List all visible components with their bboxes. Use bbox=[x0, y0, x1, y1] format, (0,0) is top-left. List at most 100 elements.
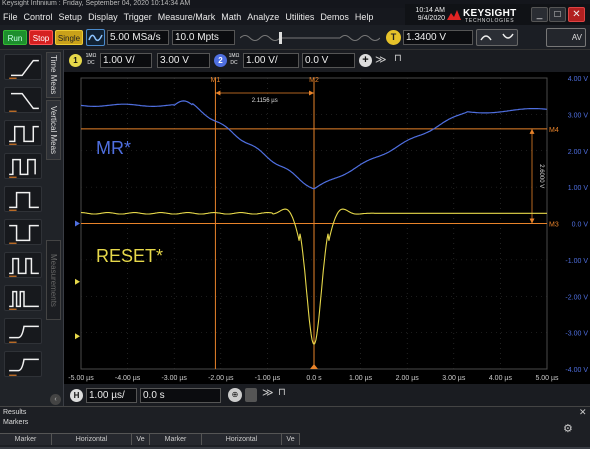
trigger-icon[interactable]: T bbox=[386, 30, 401, 45]
x-axis-label: 3.00 µs bbox=[442, 375, 466, 382]
channel-1-impedance: 1MΩ bbox=[85, 53, 97, 59]
horizontal-position-field[interactable]: 0.0 s bbox=[140, 388, 221, 403]
memory-depth-field[interactable]: 10.0 Mpts bbox=[172, 30, 235, 45]
channel-2-ground-marker[interactable] bbox=[75, 220, 80, 227]
more-horizontal-icon[interactable]: ≫ bbox=[262, 386, 274, 399]
menu-trigger[interactable]: Trigger bbox=[121, 12, 155, 22]
channel-1-offset-field[interactable]: 3.00 V bbox=[157, 53, 210, 68]
menu-display[interactable]: Display bbox=[85, 12, 121, 22]
waveform-icon bbox=[88, 34, 103, 42]
y-axis-label: 4.00 V bbox=[568, 76, 589, 83]
y-axis-label: -4.00 V bbox=[565, 367, 588, 374]
add-channel-icon[interactable]: + bbox=[359, 54, 372, 67]
col-marker-1[interactable]: Marker bbox=[0, 433, 52, 445]
x-axis-label: -5.00 µs bbox=[68, 375, 94, 382]
rise-time-icon[interactable] bbox=[4, 54, 42, 80]
duty-cycle-icon[interactable] bbox=[4, 252, 42, 278]
run-button[interactable]: Run bbox=[3, 30, 27, 45]
fall-time-icon[interactable] bbox=[4, 87, 42, 113]
clock: 10:14 AM 9/4/2020 bbox=[409, 7, 445, 23]
channel-2-scale-field[interactable]: 1.00 V/ bbox=[243, 53, 299, 68]
col-marker-2[interactable]: Marker bbox=[150, 433, 202, 445]
sample-rate-field[interactable]: 5.00 MSa/s bbox=[107, 30, 169, 45]
y-axis-label: 3.00 V bbox=[568, 112, 589, 119]
marker-m3-label: M3 bbox=[549, 222, 559, 229]
panel-collapse-icon[interactable]: ‹ bbox=[50, 394, 61, 405]
frequency-icon[interactable] bbox=[4, 153, 42, 179]
tab-vertical-meas[interactable]: Vertical Meas bbox=[46, 100, 61, 160]
x-axis-label: -4.00 µs bbox=[115, 375, 141, 382]
gear-icon[interactable]: ⚙ bbox=[563, 422, 573, 435]
channel-2-offset-field[interactable]: 0.0 V bbox=[302, 53, 355, 68]
minimize-button[interactable]: _ bbox=[531, 7, 548, 22]
stop-button[interactable]: Stop bbox=[29, 30, 53, 45]
menu-file[interactable]: File bbox=[0, 12, 21, 22]
x-axis-label: 2.00 µs bbox=[396, 375, 420, 382]
trace-label-mr: MR* bbox=[96, 138, 131, 158]
record-icon[interactable] bbox=[245, 388, 257, 402]
delta-time-label: 2.1156 µs bbox=[252, 98, 278, 104]
channel-1-badge[interactable]: 1 bbox=[69, 54, 82, 67]
horizontal-scale-field[interactable]: 1.00 µs/ bbox=[86, 388, 137, 403]
maximize-button[interactable]: □ bbox=[549, 7, 566, 22]
trigger-position-slider[interactable] bbox=[240, 31, 380, 45]
y-axis-label: 0.0 V bbox=[572, 222, 589, 229]
close-button[interactable]: ✕ bbox=[568, 7, 585, 22]
period-icon[interactable] bbox=[4, 120, 42, 146]
default-setup-button[interactable] bbox=[86, 29, 105, 46]
autoscale-label: AV bbox=[571, 33, 582, 42]
x-axis-label: 1.00 µs bbox=[349, 375, 373, 382]
x-axis-label: -3.00 µs bbox=[161, 375, 187, 382]
menu-measure-mark[interactable]: Measure/Mark bbox=[155, 12, 219, 22]
menu-utilities[interactable]: Utilities bbox=[282, 12, 317, 22]
channel-1-ground-marker[interactable] bbox=[75, 278, 80, 285]
tab-markers[interactable]: Markers bbox=[3, 419, 28, 426]
measurement-panel: Time Meas Vertical Meas Measurements ‹ bbox=[0, 50, 64, 406]
results-table-header: Marker Horizontal Ve Marker Horizontal V… bbox=[0, 433, 300, 445]
menu-analyze[interactable]: Analyze bbox=[244, 12, 282, 22]
horizontal-pin-icon[interactable]: ⊓ bbox=[278, 387, 286, 398]
trigger-level-field[interactable]: 1.3400 V bbox=[403, 30, 473, 45]
channel-1-coupling: 1MΩ DC bbox=[84, 53, 98, 67]
horizontal-badge[interactable]: H bbox=[70, 389, 83, 402]
col-horizontal-1[interactable]: Horizontal bbox=[52, 433, 132, 445]
waveform-display[interactable]: 4.00 V 3.00 V 2.00 V 1.00 V 0.0 V -1.00 V -2.0… bbox=[64, 72, 590, 384]
results-close-icon[interactable]: ✕ bbox=[579, 407, 587, 418]
pin-icon[interactable]: ⊓ bbox=[394, 53, 402, 64]
trace-label-reset: RESET* bbox=[96, 246, 163, 266]
channel-1-scale-field[interactable]: 1.00 V/ bbox=[100, 53, 152, 68]
burst-icon[interactable] bbox=[4, 285, 42, 311]
menu-control[interactable]: Control bbox=[21, 12, 56, 22]
tab-time-meas[interactable]: Time Meas bbox=[46, 52, 61, 98]
more-channels-icon[interactable]: ≫ bbox=[375, 53, 387, 66]
horizontal-bar: H 1.00 µs/ 0.0 s ⊕ ≫ ⊓ bbox=[64, 384, 590, 406]
pos-width-icon[interactable] bbox=[4, 186, 42, 212]
clock-time: 10:14 AM bbox=[415, 7, 445, 14]
slope-icon bbox=[480, 33, 514, 41]
tab-measurements[interactable]: Measurements bbox=[46, 240, 61, 320]
trigger-level-marker[interactable] bbox=[75, 333, 80, 340]
keysight-logo-icon bbox=[447, 10, 461, 20]
trigger-position-marker[interactable] bbox=[310, 364, 318, 369]
zoom-icon[interactable]: ⊕ bbox=[228, 388, 242, 402]
graticule: 4.00 V 3.00 V 2.00 V 1.00 V 0.0 V -1.00 V -2.0… bbox=[68, 76, 589, 382]
menu-help[interactable]: Help bbox=[352, 12, 377, 22]
single-button[interactable]: Single bbox=[55, 30, 83, 45]
col-vertical-1[interactable]: Ve bbox=[132, 433, 150, 445]
channel-2-badge[interactable]: 2 bbox=[214, 54, 227, 67]
menu-setup[interactable]: Setup bbox=[56, 12, 86, 22]
col-horizontal-2[interactable]: Horizontal bbox=[202, 433, 282, 445]
channel-2-coupling-mode: DC bbox=[230, 60, 238, 66]
clock-date: 9/4/2020 bbox=[417, 15, 445, 22]
trigger-slope-button[interactable] bbox=[476, 29, 518, 46]
setup-time-icon[interactable] bbox=[4, 318, 42, 344]
neg-width-icon[interactable] bbox=[4, 219, 42, 245]
autoscale-button[interactable]: AV bbox=[546, 28, 586, 47]
menu-math[interactable]: Math bbox=[218, 12, 244, 22]
col-vertical-2[interactable]: Ve bbox=[282, 433, 300, 445]
menu-demos[interactable]: Demos bbox=[317, 12, 352, 22]
results-title: Results bbox=[3, 409, 27, 416]
marker-m4-label: M4 bbox=[549, 127, 559, 134]
trigger-slider-handle[interactable] bbox=[279, 32, 282, 44]
hold-time-icon[interactable] bbox=[4, 351, 42, 377]
